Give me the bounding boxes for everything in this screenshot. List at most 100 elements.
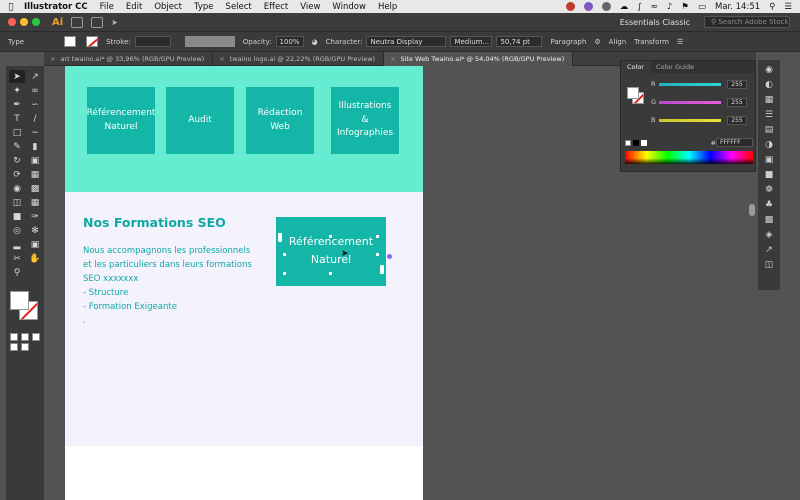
menu-help[interactable]: Help — [372, 2, 403, 12]
paintbrush-tool-icon[interactable]: ∼ — [27, 126, 43, 139]
text-out-port-handle[interactable] — [380, 265, 384, 274]
color-panel-icon[interactable]: ◐ — [763, 79, 775, 90]
battery-icon[interactable]: ▭ — [698, 2, 706, 12]
menu-lines-icon[interactable]: ☰ — [763, 109, 775, 120]
workspace-switcher[interactable]: Essentials Classic — [620, 18, 690, 27]
brushes-icon[interactable]: ❁ — [763, 184, 775, 195]
eraser-tool-icon[interactable]: ▮ — [27, 140, 43, 153]
lasso-tool-icon[interactable]: ∞ — [27, 84, 43, 97]
selected-box-text[interactable]: Référencement Naturel — [289, 235, 373, 266]
value-field-b[interactable]: 255 — [727, 115, 747, 125]
slice-tool-icon[interactable]: ✂ — [9, 252, 25, 265]
color-spectrum[interactable] — [625, 151, 753, 164]
zoom-window-button[interactable] — [32, 18, 40, 26]
hex-field[interactable]: FFFFFF — [715, 138, 753, 147]
spotlight-icon[interactable]: ⚲ — [769, 2, 775, 12]
volume-icon[interactable]: ♪ — [667, 2, 672, 12]
font-family-field[interactable]: Neutra Display — [366, 36, 447, 47]
cloud-icon[interactable]: ☁ — [620, 2, 629, 12]
arrange-documents-icon[interactable] — [91, 16, 104, 28]
card-illustrations[interactable]: Illustrations & Infographies — [331, 87, 399, 154]
slider-b[interactable] — [659, 118, 721, 122]
fill-swatch[interactable] — [64, 36, 77, 47]
font-style-field[interactable]: Medium... — [450, 36, 493, 47]
menu-effect[interactable]: Effect — [258, 2, 294, 12]
menu-window[interactable]: Window — [326, 2, 372, 12]
card-audit[interactable]: Audit — [166, 87, 234, 154]
bounding-handle[interactable] — [329, 235, 332, 238]
section-title[interactable]: Nos Formations SEO — [83, 215, 226, 230]
menu-file[interactable]: File — [94, 2, 120, 12]
magic-wand-tool-icon[interactable]: ✦ — [9, 84, 25, 97]
rotate-tool-icon[interactable]: ↻ — [9, 154, 25, 167]
black-swatch[interactable] — [632, 139, 639, 146]
stroke-swatch[interactable] — [86, 36, 99, 47]
close-tab-icon[interactable]: × — [219, 55, 224, 63]
menu-select[interactable]: Select — [220, 2, 258, 12]
line-tool-icon[interactable]: ∕ — [27, 112, 43, 125]
section-paragraph[interactable]: Nous accompagnons les professionnels et … — [83, 244, 263, 328]
free-transform-tool-icon[interactable]: ▦ — [27, 168, 43, 181]
close-window-button[interactable] — [8, 18, 16, 26]
creative-cloud-icon[interactable] — [565, 2, 575, 11]
artboard-tool-icon[interactable]: ▣ — [27, 238, 43, 251]
bounding-handle[interactable] — [329, 272, 332, 275]
bluetooth-icon[interactable]: ∫ — [637, 2, 641, 12]
stock-search-input[interactable]: ⚲ Search Adobe Stock — [704, 16, 790, 28]
live-paint-tool-icon[interactable]: ▩ — [27, 182, 43, 195]
cc-libraries-icon[interactable]: ◉ — [763, 64, 775, 75]
value-field-g[interactable]: 255 — [727, 97, 747, 107]
swatches-icon[interactable]: ▦ — [763, 94, 775, 105]
hero-section[interactable]: Référencement Naturel Audit Rédaction We… — [65, 66, 423, 192]
wifi-icon[interactable]: ≈ — [651, 2, 658, 12]
blend-tool-icon[interactable]: ◎ — [9, 224, 25, 237]
menu-app-name[interactable]: Illustrator CC — [18, 2, 94, 12]
stroke-label[interactable]: Stroke: — [106, 38, 131, 46]
close-tab-icon[interactable]: × — [390, 55, 395, 63]
direct-selection-tool-icon[interactable]: ↗ — [27, 70, 43, 83]
symbols-icon[interactable]: ♣ — [763, 199, 775, 210]
gradient-button[interactable] — [21, 333, 29, 341]
slider-r[interactable] — [659, 82, 721, 86]
transform-label[interactable]: Transform — [634, 38, 669, 46]
graphic-styles-icon[interactable]: ■ — [763, 169, 775, 180]
type-options-icon[interactable]: ⚙ — [594, 38, 600, 46]
variable-width-profile[interactable] — [184, 36, 235, 47]
none-swatch[interactable] — [625, 139, 631, 146]
bounding-handle[interactable] — [376, 235, 379, 238]
type-tool-icon[interactable]: T — [9, 112, 25, 125]
pen-tool-icon[interactable]: ✒ — [9, 98, 25, 111]
rotation-handle[interactable] — [387, 254, 392, 259]
shape-builder-tool-icon[interactable]: ◉ — [9, 182, 25, 195]
menu-edit[interactable]: Edit — [120, 2, 148, 12]
formations-section[interactable]: Nos Formations SEO Nous accompagnons les… — [65, 192, 423, 446]
column-graph-tool-icon[interactable]: ▂ — [9, 238, 25, 251]
warp-tool-icon[interactable]: ⟳ — [9, 168, 25, 181]
menu-view[interactable]: View — [294, 2, 326, 12]
perspective-grid-tool-icon[interactable]: ◫ — [9, 196, 25, 209]
color-button[interactable] — [10, 333, 18, 341]
close-tab-icon[interactable]: × — [50, 55, 55, 63]
flag-icon[interactable]: ⚑ — [681, 2, 689, 12]
draw-normal-button[interactable] — [10, 343, 18, 351]
bounding-handle[interactable] — [283, 272, 286, 275]
artboards-icon[interactable]: ◫ — [763, 259, 775, 270]
extension-icon[interactable] — [583, 2, 593, 11]
eyedropper-tool-icon[interactable]: ✑ — [27, 210, 43, 223]
scale-tool-icon[interactable]: ▣ — [27, 154, 43, 167]
draw-behind-button[interactable] — [21, 343, 29, 351]
apple-icon[interactable]:  — [4, 2, 18, 12]
notification-icon[interactable]: ☰ — [784, 2, 792, 12]
tab-site-web-twaino[interactable]: × Site Web Twaino.ai* @ 54,04% (RGB/GPU … — [384, 52, 574, 66]
export-icon[interactable]: ↗ — [763, 244, 775, 255]
transparency-icon[interactable]: ◑ — [763, 139, 775, 150]
fill-stroke-widget[interactable] — [10, 291, 44, 331]
opacity-label[interactable]: Opacity: — [243, 38, 272, 46]
bridge-icon[interactable] — [71, 16, 84, 28]
fill-box[interactable] — [10, 291, 29, 310]
recolor-icon[interactable]: ◕ — [312, 38, 318, 46]
stroke-panel-icon[interactable]: ▤ — [763, 124, 775, 135]
slider-g[interactable] — [659, 100, 721, 104]
selection-tool-icon[interactable]: ➤ — [9, 70, 25, 83]
panel-menu-icon[interactable]: ☰ — [677, 38, 683, 46]
